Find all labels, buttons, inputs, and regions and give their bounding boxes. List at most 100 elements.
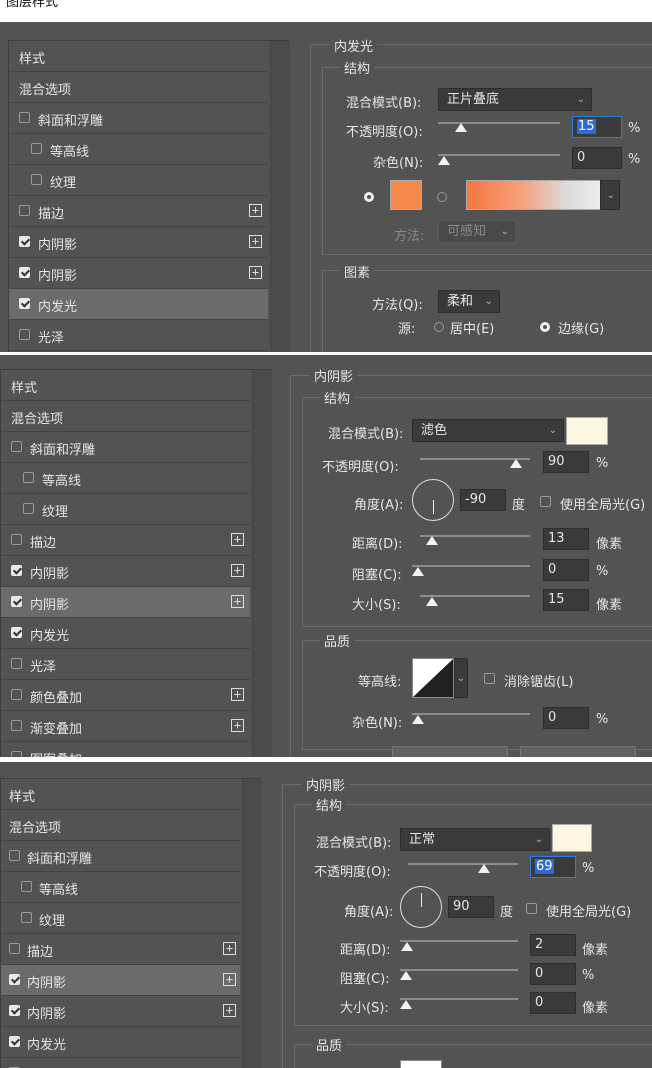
- distance-input[interactable]: 13: [543, 528, 589, 550]
- bevel-checkbox[interactable]: [11, 441, 22, 452]
- shadow-color-swatch[interactable]: [552, 824, 592, 852]
- pattern-overlay-checkbox[interactable]: [11, 751, 22, 757]
- inner-shadow-2-checkbox[interactable]: [19, 267, 30, 278]
- set-default-button[interactable]: [392, 746, 508, 757]
- add-color-overlay-icon[interactable]: +: [231, 688, 244, 701]
- add-inner-shadow-icon[interactable]: +: [249, 235, 262, 248]
- add-stroke-icon[interactable]: +: [249, 204, 262, 217]
- contour-picker[interactable]: [400, 1060, 442, 1068]
- gradient-radio[interactable]: [437, 192, 447, 202]
- inner-glow-checkbox[interactable]: [19, 298, 30, 309]
- add-inner-shadow-icon[interactable]: +: [223, 1004, 236, 1017]
- contour-checkbox[interactable]: [31, 143, 42, 154]
- global-light-checkbox[interactable]: [526, 903, 537, 914]
- sidebar-item-blend-options[interactable]: 混合选项: [9, 72, 268, 103]
- sidebar-item-bevel-emboss[interactable]: 斜面和浮雕: [9, 103, 268, 134]
- distance-slider-handle[interactable]: [426, 536, 438, 545]
- sidebar-item-pattern-overlay[interactable]: 图案叠加: [1, 742, 250, 757]
- opacity-input[interactable]: 69: [530, 856, 576, 878]
- sidebar-item-satin[interactable]: 光泽: [1, 1058, 240, 1068]
- angle-input[interactable]: -90: [460, 489, 506, 511]
- sidebar-scrollbar[interactable]: [242, 779, 262, 1068]
- sidebar-header-styles[interactable]: 样式: [1, 370, 250, 401]
- sidebar-item-blend-options[interactable]: 混合选项: [1, 401, 250, 432]
- sidebar-item-inner-glow[interactable]: 内发光: [9, 289, 268, 320]
- blend-mode-dropdown[interactable]: 正片叠底 ⌄: [438, 88, 592, 111]
- sidebar-item-bevel-emboss[interactable]: 斜面和浮雕: [1, 432, 250, 463]
- inner-shadow-1-checkbox[interactable]: [9, 974, 20, 985]
- inner-shadow-2-checkbox[interactable]: [11, 596, 22, 607]
- size-slider-track[interactable]: [400, 998, 518, 1000]
- opacity-input[interactable]: 15: [572, 116, 622, 138]
- angle-dial[interactable]: [400, 886, 442, 928]
- sidebar-item-inner-glow[interactable]: 内发光: [1, 1027, 240, 1058]
- contour-checkbox[interactable]: [21, 881, 32, 892]
- sidebar-item-stroke[interactable]: 描边 +: [1, 934, 240, 965]
- reset-default-button[interactable]: [520, 746, 636, 757]
- choke-slider-track[interactable]: [400, 969, 518, 971]
- choke-input[interactable]: 0: [530, 963, 576, 985]
- sidebar-item-inner-shadow-2[interactable]: 内阴影 +: [1, 587, 250, 618]
- size-input[interactable]: 0: [530, 992, 576, 1014]
- sidebar-item-inner-glow[interactable]: 内发光: [1, 618, 250, 649]
- sidebar-item-inner-shadow-1[interactable]: 内阴影 +: [1, 965, 240, 996]
- angle-dial[interactable]: [412, 479, 454, 521]
- opacity-input[interactable]: 90: [543, 451, 589, 473]
- source-edge-radio[interactable]: [540, 322, 550, 332]
- sidebar-item-contour[interactable]: 等高线: [9, 134, 268, 165]
- angle-input[interactable]: 90: [448, 896, 494, 918]
- sidebar-item-contour[interactable]: 等高线: [1, 872, 240, 903]
- sidebar-item-contour[interactable]: 等高线: [1, 463, 250, 494]
- technique-dropdown[interactable]: 柔和 ⌄: [438, 290, 500, 313]
- contour-picker[interactable]: [412, 658, 454, 698]
- glow-gradient-swatch[interactable]: [466, 180, 602, 210]
- choke-slider-track[interactable]: [412, 565, 530, 567]
- method-dropdown[interactable]: 可感知 ⌄: [438, 220, 516, 243]
- inner-glow-checkbox[interactable]: [9, 1036, 20, 1047]
- add-stroke-icon[interactable]: +: [223, 942, 236, 955]
- bevel-checkbox[interactable]: [9, 850, 20, 861]
- antialias-checkbox[interactable]: [484, 673, 495, 684]
- size-slider-handle[interactable]: [426, 597, 438, 606]
- inner-shadow-2-checkbox[interactable]: [9, 1005, 20, 1016]
- sidebar-item-satin[interactable]: 光泽: [1, 649, 250, 680]
- noise-slider-track[interactable]: [438, 154, 560, 156]
- add-inner-shadow-icon[interactable]: +: [231, 564, 244, 577]
- sidebar-item-texture[interactable]: 纹理: [1, 494, 250, 525]
- texture-checkbox[interactable]: [21, 912, 32, 923]
- add-inner-shadow-icon[interactable]: +: [223, 973, 236, 986]
- distance-slider-track[interactable]: [400, 940, 518, 942]
- blend-mode-dropdown[interactable]: 正常 ⌄: [400, 828, 550, 851]
- global-light-checkbox[interactable]: [540, 496, 551, 507]
- noise-slider-handle[interactable]: [438, 156, 450, 165]
- sidebar-item-stroke[interactable]: 描边 +: [1, 525, 250, 556]
- size-input[interactable]: 15: [543, 589, 589, 611]
- add-inner-shadow-icon[interactable]: +: [231, 595, 244, 608]
- bevel-checkbox[interactable]: [19, 112, 30, 123]
- add-inner-shadow-icon[interactable]: +: [249, 266, 262, 279]
- choke-slider-handle[interactable]: [400, 971, 412, 980]
- texture-checkbox[interactable]: [31, 174, 42, 185]
- contour-dropdown[interactable]: ⌄: [454, 658, 468, 698]
- noise-input[interactable]: 0: [543, 707, 589, 729]
- choke-slider-handle[interactable]: [412, 567, 424, 576]
- sidebar-item-texture[interactable]: 纹理: [9, 165, 268, 196]
- noise-input[interactable]: 0: [572, 147, 622, 169]
- sidebar-item-inner-shadow-1[interactable]: 内阴影 +: [1, 556, 250, 587]
- sidebar-item-stroke[interactable]: 描边 +: [9, 196, 268, 227]
- sidebar-header-styles[interactable]: 样式: [9, 41, 268, 72]
- sidebar-item-satin[interactable]: 光泽: [9, 320, 268, 351]
- stroke-checkbox[interactable]: [9, 943, 20, 954]
- texture-checkbox[interactable]: [23, 503, 34, 514]
- noise-slider-handle[interactable]: [412, 715, 424, 724]
- inner-shadow-1-checkbox[interactable]: [11, 565, 22, 576]
- opacity-slider-track[interactable]: [408, 863, 518, 865]
- sidebar-item-inner-shadow-2[interactable]: 内阴影 +: [9, 258, 268, 289]
- distance-slider-handle[interactable]: [401, 942, 413, 951]
- sidebar-item-inner-shadow-2[interactable]: 内阴影 +: [1, 996, 240, 1027]
- shadow-color-swatch[interactable]: [566, 417, 608, 445]
- size-slider-handle[interactable]: [400, 1000, 412, 1009]
- sidebar-item-gradient-overlay[interactable]: 渐变叠加 +: [1, 711, 250, 742]
- sidebar-header-styles[interactable]: 样式: [1, 779, 240, 810]
- sidebar-item-inner-shadow-1[interactable]: 内阴影 +: [9, 227, 268, 258]
